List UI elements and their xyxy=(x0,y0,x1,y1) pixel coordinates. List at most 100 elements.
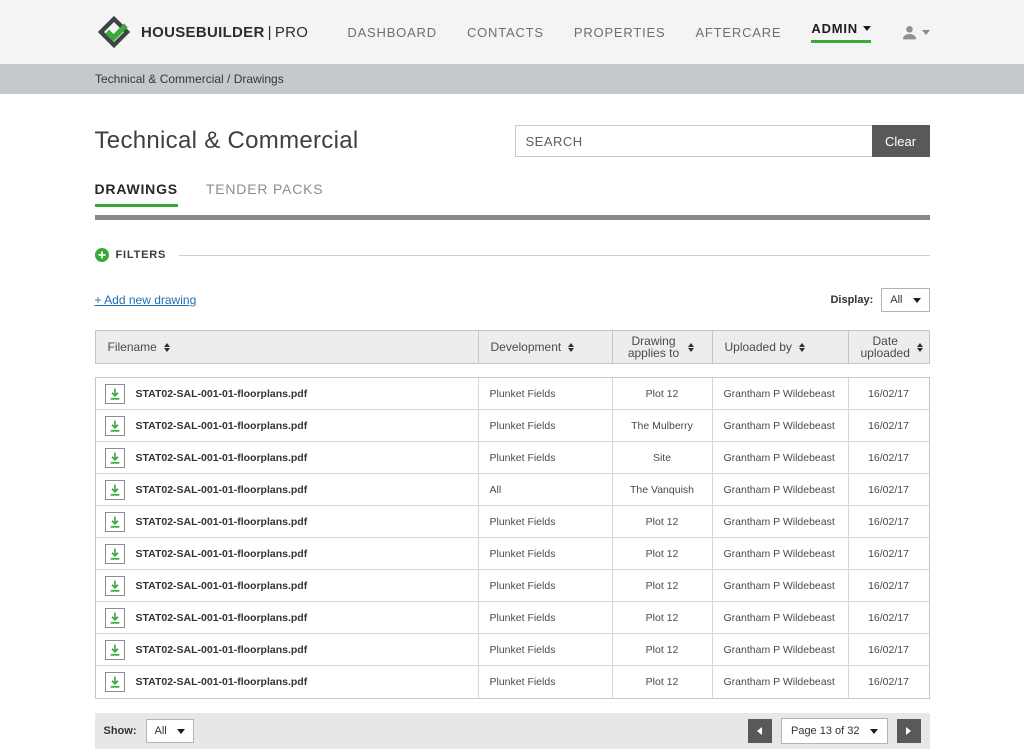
filename-cell: STAT02-SAL-001-01-floorplans.pdf xyxy=(96,442,479,473)
uploaded-by-cell: Grantham P Wildebeast xyxy=(713,506,849,537)
search-input[interactable] xyxy=(515,125,872,157)
page-title: Technical & Commercial xyxy=(95,127,359,155)
development-cell: Plunket Fields xyxy=(479,506,613,537)
plus-icon xyxy=(95,248,109,262)
applies-to-cell: Plot 12 xyxy=(613,538,713,569)
sort-icon[interactable] xyxy=(917,343,923,352)
uploaded-by-cell: Grantham P Wildebeast xyxy=(713,442,849,473)
header-applies-to: Drawing applies to xyxy=(613,331,713,363)
date-uploaded-cell: 16/02/17 xyxy=(849,666,929,698)
brand-suffix: PRO xyxy=(275,24,308,41)
filename-text: STAT02-SAL-001-01-floorplans.pdf xyxy=(136,644,308,656)
show-select-value: All xyxy=(155,725,167,737)
filename-cell: STAT02-SAL-001-01-floorplans.pdf xyxy=(96,666,479,698)
sort-icon[interactable] xyxy=(688,343,694,352)
filters-row[interactable]: FILTERS xyxy=(95,248,930,262)
page-select-value: Page 13 of 32 xyxy=(791,725,860,737)
table-row: STAT02-SAL-001-01-floorplans.pdf Plunket… xyxy=(96,378,929,410)
download-icon[interactable] xyxy=(105,384,125,404)
uploaded-by-cell: Grantham P Wildebeast xyxy=(713,570,849,601)
filename-cell: STAT02-SAL-001-01-floorplans.pdf xyxy=(96,378,479,409)
table-row: STAT02-SAL-001-01-floorplans.pdf Plunket… xyxy=(96,666,929,698)
nav-item-properties[interactable]: PROPERTIES xyxy=(574,25,666,40)
display-select-value: All xyxy=(890,294,902,306)
download-icon[interactable] xyxy=(105,512,125,532)
download-icon[interactable] xyxy=(105,544,125,564)
header-filename: Filename xyxy=(96,331,479,363)
next-page-button[interactable] xyxy=(897,719,921,743)
tab-tender-packs[interactable]: TENDER PACKS xyxy=(206,181,323,207)
table-body: STAT02-SAL-001-01-floorplans.pdf Plunket… xyxy=(95,377,930,699)
nav-items: DASHBOARD CONTACTS PROPERTIES AFTERCARE … xyxy=(347,21,930,43)
navbar: HOUSEBUILDER | PRO DASHBOARD CONTACTS PR… xyxy=(0,0,1024,64)
filename-cell: STAT02-SAL-001-01-floorplans.pdf xyxy=(96,570,479,601)
sort-icon[interactable] xyxy=(164,343,170,352)
user-menu[interactable] xyxy=(901,24,930,41)
brand-divider: | xyxy=(268,24,272,41)
applies-to-cell: Plot 12 xyxy=(613,506,713,537)
clear-button[interactable]: Clear xyxy=(872,125,930,157)
table-row: STAT02-SAL-001-01-floorplans.pdf Plunket… xyxy=(96,570,929,602)
header-date-uploaded-label: Date uploaded xyxy=(861,335,910,359)
show-label: Show: xyxy=(104,725,137,737)
download-icon[interactable] xyxy=(105,448,125,468)
development-cell: Plunket Fields xyxy=(479,410,613,441)
filename-text: STAT02-SAL-001-01-floorplans.pdf xyxy=(136,676,308,688)
arrow-right-icon xyxy=(906,727,911,735)
table-row: STAT02-SAL-001-01-floorplans.pdf Plunket… xyxy=(96,602,929,634)
date-uploaded-cell: 16/02/17 xyxy=(849,506,929,537)
development-cell: Plunket Fields xyxy=(479,378,613,409)
main-content: Technical & Commercial Clear DRAWINGS TE… xyxy=(95,125,930,749)
download-icon[interactable] xyxy=(105,608,125,628)
header-development: Development xyxy=(479,331,613,363)
show-select[interactable]: All xyxy=(146,719,194,743)
date-uploaded-cell: 16/02/17 xyxy=(849,442,929,473)
filename-cell: STAT02-SAL-001-01-floorplans.pdf xyxy=(96,474,479,505)
development-cell: Plunket Fields xyxy=(479,538,613,569)
filename-text: STAT02-SAL-001-01-floorplans.pdf xyxy=(136,548,308,560)
nav-item-admin-label: ADMIN xyxy=(811,21,858,36)
tabs: DRAWINGS TENDER PACKS xyxy=(95,181,930,207)
add-new-drawing-link[interactable]: + Add new drawing xyxy=(95,293,197,307)
divider xyxy=(95,215,930,220)
filename-cell: STAT02-SAL-001-01-floorplans.pdf xyxy=(96,634,479,665)
brand[interactable]: HOUSEBUILDER | PRO xyxy=(95,13,308,51)
breadcrumb: Technical & Commercial / Drawings xyxy=(95,72,284,86)
search-group: Clear xyxy=(515,125,930,157)
nav-item-contacts[interactable]: CONTACTS xyxy=(467,25,544,40)
page-select[interactable]: Page 13 of 32 xyxy=(781,718,888,744)
applies-to-cell: The Vanquish xyxy=(613,474,713,505)
table-header: Filename Development Drawing applies to … xyxy=(95,330,930,364)
download-icon[interactable] xyxy=(105,416,125,436)
download-icon[interactable] xyxy=(105,576,125,596)
sort-icon[interactable] xyxy=(568,343,574,352)
development-cell: Plunket Fields xyxy=(479,602,613,633)
nav-item-aftercare[interactable]: AFTERCARE xyxy=(695,25,781,40)
table-row: STAT02-SAL-001-01-floorplans.pdf Plunket… xyxy=(96,410,929,442)
brand-name: HOUSEBUILDER xyxy=(141,24,265,41)
display-select[interactable]: All xyxy=(881,288,929,312)
nav-item-dashboard[interactable]: DASHBOARD xyxy=(347,25,437,40)
prev-page-button[interactable] xyxy=(748,719,772,743)
date-uploaded-cell: 16/02/17 xyxy=(849,410,929,441)
download-icon[interactable] xyxy=(105,640,125,660)
sort-icon[interactable] xyxy=(799,343,805,352)
uploaded-by-cell: Grantham P Wildebeast xyxy=(713,634,849,665)
uploaded-by-cell: Grantham P Wildebeast xyxy=(713,538,849,569)
header-uploaded-by-label: Uploaded by xyxy=(725,341,792,353)
filename-text: STAT02-SAL-001-01-floorplans.pdf xyxy=(136,612,308,624)
tab-drawings[interactable]: DRAWINGS xyxy=(95,181,178,207)
table-row: STAT02-SAL-001-01-floorplans.pdf Plunket… xyxy=(96,538,929,570)
display-group: Display: All xyxy=(830,288,929,312)
table-footer: Show: All Page 13 of 32 xyxy=(95,713,930,749)
applies-to-cell: Site xyxy=(613,442,713,473)
filename-text: STAT02-SAL-001-01-floorplans.pdf xyxy=(136,420,308,432)
applies-to-cell: The Mulberry xyxy=(613,410,713,441)
download-icon[interactable] xyxy=(105,480,125,500)
filename-text: STAT02-SAL-001-01-floorplans.pdf xyxy=(136,452,308,464)
filename-cell: STAT02-SAL-001-01-floorplans.pdf xyxy=(96,602,479,633)
chevron-down-icon xyxy=(913,298,921,303)
filename-cell: STAT02-SAL-001-01-floorplans.pdf xyxy=(96,506,479,537)
nav-item-admin[interactable]: ADMIN xyxy=(811,21,871,43)
download-icon[interactable] xyxy=(105,672,125,692)
